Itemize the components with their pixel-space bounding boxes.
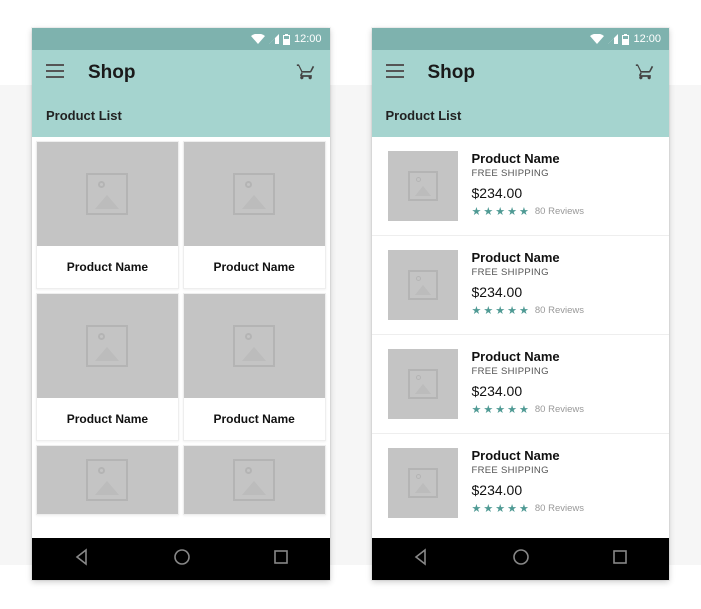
star-icon: ★ [472,403,482,416]
product-list: Product Name FREE SHIPPING $234.00 ★★★★★… [372,137,670,538]
list-item[interactable]: Product Name FREE SHIPPING $234.00 ★★★★★… [372,434,670,532]
menu-icon[interactable] [386,64,404,83]
product-image-placeholder [184,446,325,514]
star-icon: ★ [507,502,517,515]
star-icon: ★ [495,502,505,515]
review-count: 80 Reviews [535,206,584,217]
product-name: Product Name [472,250,654,265]
app-bar: Shop Product List [372,50,670,137]
review-count: 80 Reviews [535,305,584,316]
status-bar: 12:00 [32,28,330,50]
shipping-label: FREE SHIPPING [472,465,654,476]
clock-text: 12:00 [294,33,322,45]
star-icon: ★ [472,205,482,218]
phone-grid-view: 12:00 Shop Product List Product Name [32,28,330,580]
back-button[interactable] [73,548,91,571]
section-title: Product List [32,96,330,137]
product-image-placeholder [37,446,178,514]
android-nav-bar [372,538,670,580]
phone-list-view: 12:00 Shop Product List Product Name FRE… [372,28,670,580]
product-image-placeholder [37,294,178,398]
product-card[interactable]: Product Name [183,293,326,441]
star-icon: ★ [519,502,529,515]
shipping-label: FREE SHIPPING [472,267,654,278]
product-name: Product Name [472,349,654,364]
android-nav-bar [32,538,330,580]
product-card[interactable] [183,445,326,515]
cart-icon[interactable] [296,61,316,86]
product-image-placeholder [388,349,458,419]
home-button[interactable] [512,548,530,571]
section-title: Product List [372,96,670,137]
star-icon: ★ [507,205,517,218]
product-image-placeholder [388,151,458,221]
star-icon: ★ [507,304,517,317]
star-icon: ★ [519,205,529,218]
star-icon: ★ [483,502,493,515]
product-card[interactable]: Product Name [183,141,326,289]
product-price: $234.00 [472,482,654,498]
product-name: Product Name [472,151,654,166]
product-image-placeholder [388,448,458,518]
home-button[interactable] [173,548,191,571]
product-grid: Product Name Product Name Product Name P… [32,137,330,538]
product-image-placeholder [184,294,325,398]
list-item[interactable]: Product Name FREE SHIPPING $234.00 ★★★★★… [372,137,670,236]
star-icon: ★ [483,403,493,416]
star-icon: ★ [472,304,482,317]
cart-icon[interactable] [635,61,655,86]
back-button[interactable] [412,548,430,571]
product-name: Product Name [184,398,325,440]
signal-icon [608,34,618,44]
recent-button[interactable] [273,549,289,570]
recent-button[interactable] [612,549,628,570]
product-card[interactable]: Product Name [36,141,179,289]
battery-icon [622,34,629,45]
product-card[interactable]: Product Name [36,293,179,441]
rating: ★★★★★ 80 Reviews [472,502,654,515]
star-icon: ★ [507,403,517,416]
star-icon: ★ [519,403,529,416]
list-item[interactable]: Product Name FREE SHIPPING $234.00 ★★★★★… [372,335,670,434]
product-price: $234.00 [472,383,654,399]
product-name: Product Name [184,246,325,288]
status-bar: 12:00 [372,28,670,50]
product-price: $234.00 [472,185,654,201]
signal-icon [269,34,279,44]
review-count: 80 Reviews [535,404,584,415]
shipping-label: FREE SHIPPING [472,366,654,377]
star-icon: ★ [483,304,493,317]
shipping-label: FREE SHIPPING [472,168,654,179]
star-icon: ★ [472,502,482,515]
product-name: Product Name [472,448,654,463]
battery-icon [283,34,290,45]
product-image-placeholder [388,250,458,320]
list-item[interactable]: Product Name FREE SHIPPING $234.00 ★★★★★… [372,236,670,335]
product-image-placeholder [184,142,325,246]
clock-text: 12:00 [633,33,661,45]
star-icon: ★ [495,205,505,218]
product-image-placeholder [37,142,178,246]
product-name: Product Name [37,246,178,288]
product-card[interactable] [36,445,179,515]
wifi-icon [590,34,604,44]
wifi-icon [251,34,265,44]
star-icon: ★ [495,403,505,416]
rating: ★★★★★ 80 Reviews [472,304,654,317]
star-icon: ★ [495,304,505,317]
rating: ★★★★★ 80 Reviews [472,205,654,218]
product-price: $234.00 [472,284,654,300]
star-icon: ★ [519,304,529,317]
product-name: Product Name [37,398,178,440]
review-count: 80 Reviews [535,503,584,514]
app-title: Shop [80,62,280,84]
rating: ★★★★★ 80 Reviews [472,403,654,416]
menu-icon[interactable] [46,64,64,83]
star-icon: ★ [483,205,493,218]
app-title: Shop [420,62,620,84]
app-bar: Shop Product List [32,50,330,137]
